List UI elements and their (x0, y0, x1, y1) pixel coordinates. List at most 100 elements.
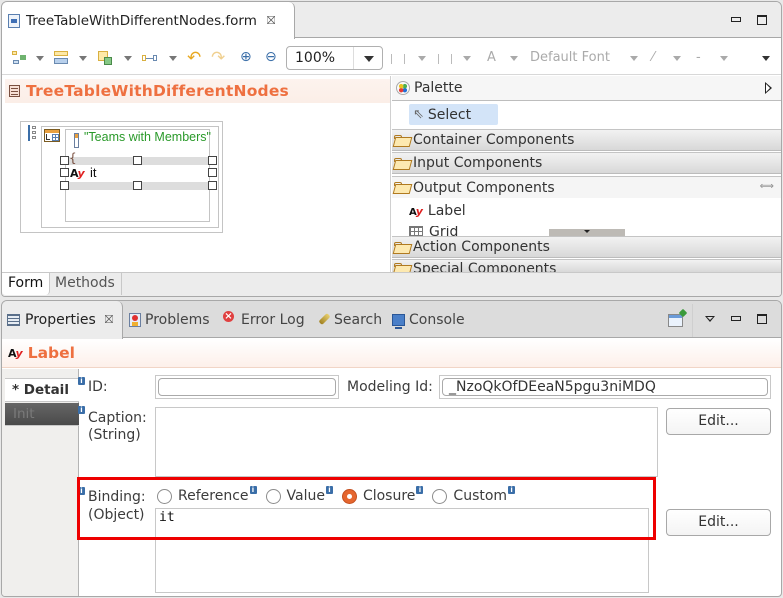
drawer-output-components[interactable]: Output Components ⟺ (392, 176, 781, 198)
label-widget-icon: Ay (70, 167, 85, 180)
toolbar-overflow-icon[interactable] (762, 56, 770, 61)
editor-page-tabs: Form Methods (2, 272, 781, 296)
select-tool-label: Select (427, 106, 472, 123)
tab-console[interactable]: Console (392, 312, 465, 329)
info-icon[interactable]: i (78, 406, 85, 414)
form-canvas[interactable]: TreeTableWithDifferentNodes "Teams with … (2, 76, 391, 272)
view-menu-icon[interactable] (705, 316, 715, 322)
tab-error-log[interactable]: Error Log (223, 311, 305, 328)
resize-handle-n[interactable] (133, 156, 142, 165)
column-icon (74, 133, 79, 148)
pin-view-icon[interactable] (668, 314, 683, 327)
drawer-special-components[interactable]: Special Components (392, 259, 781, 272)
palette-item-text: Grid (429, 226, 459, 236)
folder-icon (394, 263, 410, 272)
resize-handle-nw[interactable] (60, 156, 69, 165)
font-color-icon: A (487, 50, 496, 65)
palette-item-text: Label (427, 203, 466, 219)
tab-label: Search (334, 312, 383, 328)
resize-handle-w[interactable] (60, 168, 69, 177)
close-tab-icon[interactable]: ⛝ (267, 14, 275, 28)
tab-label: Problems (145, 312, 210, 328)
drawer-input-components[interactable]: Input Components (392, 152, 781, 174)
pin-drawer-icon[interactable]: ⟺ (760, 181, 774, 192)
caption-input[interactable] (155, 407, 658, 477)
minimize-icon[interactable] (731, 316, 741, 321)
folder-icon (394, 182, 410, 193)
selected-label-widget[interactable]: it (90, 165, 97, 180)
drawer-container-components[interactable]: Container Components (392, 129, 781, 151)
folder-icon (394, 134, 410, 146)
form-file-icon (8, 13, 20, 28)
arrange-icon[interactable] (98, 51, 114, 65)
tab-form[interactable]: Form (2, 273, 51, 295)
palette-panel: Palette ⇖ Select Container Components In… (392, 76, 781, 272)
resize-handle-s[interactable] (133, 181, 142, 190)
modeling-id-label: Modeling Id: (347, 379, 433, 395)
font-dropdown (630, 56, 638, 61)
zoom-dropdown-button[interactable] (353, 47, 383, 69)
palette-item-grid[interactable]: Grid (409, 226, 458, 236)
caption-label: Caption: (88, 410, 147, 426)
select-tool[interactable]: ⇖ Select (409, 104, 498, 125)
align-dropdown[interactable] (36, 56, 44, 61)
palette-title: Palette (414, 80, 463, 96)
id-field-frame (155, 375, 339, 399)
tab-search[interactable]: Search (316, 312, 382, 328)
zoom-out-icon[interactable]: ⊖ (265, 49, 281, 65)
resize-handle-se[interactable] (208, 181, 217, 190)
resize-handle-e[interactable] (208, 168, 217, 177)
drawer-label: Input Components (413, 155, 543, 171)
binding-edit-button[interactable]: Edit... (666, 509, 771, 536)
line-width-dropdown (720, 56, 728, 61)
redo-icon: ↷ (211, 48, 226, 68)
editor-tab[interactable]: TreeTableWithDifferentNodes.form ⛝ (2, 2, 295, 39)
folder-icon (394, 241, 410, 253)
palette-item-label[interactable]: Ay Label (409, 203, 466, 219)
node-brace: { (69, 151, 77, 165)
editor-toolbar: ↶ ↷ ⊕ ⊖ 100% A Default Font ⁄ - (2, 39, 781, 75)
form-editor-panel: TreeTableWithDifferentNodes.form ⛝ ↶ ↷ ⊕… (1, 1, 782, 297)
match-size-icon[interactable] (54, 51, 70, 65)
close-tab-icon[interactable]: ⛝ (105, 313, 113, 327)
label-icon: Ay (8, 346, 23, 360)
zoom-in-icon[interactable]: ⊕ (240, 49, 256, 65)
tab-problems[interactable]: Problems (129, 312, 210, 328)
error-log-icon (223, 311, 238, 328)
distribute-dropdown[interactable] (169, 56, 177, 61)
resize-handle-sw[interactable] (60, 181, 69, 190)
align-icon[interactable] (12, 51, 28, 65)
id-label: ID: (88, 379, 108, 395)
caption-edit-button[interactable]: Edit... (666, 408, 771, 435)
pointer-icon: ⇖ (413, 107, 424, 122)
minimize-icon[interactable] (731, 17, 741, 22)
palette-icon (396, 81, 410, 95)
match-size-dropdown[interactable] (79, 56, 87, 61)
info-icon[interactable]: i (78, 377, 85, 385)
tab-init[interactable]: Init (5, 403, 79, 426)
editor-tab-title: TreeTableWithDifferentNodes.form (26, 12, 257, 29)
tab-label: Properties (25, 312, 96, 328)
tab-detail[interactable]: * Detail (5, 378, 79, 402)
palette-collapse-icon[interactable] (765, 82, 772, 94)
zoom-level-combo[interactable]: 100% (286, 46, 383, 70)
caption-type: (String) (88, 427, 141, 443)
maximize-icon[interactable] (757, 15, 767, 25)
line-color-dropdown (463, 56, 471, 61)
line-style-dropdown (673, 56, 681, 61)
modeling-id-input[interactable]: _NzoQkOfDEeaN5pgu3niMDQ (442, 378, 768, 396)
maximize-icon[interactable] (757, 314, 767, 324)
form-title: TreeTableWithDifferentNodes (26, 82, 289, 100)
id-input[interactable] (158, 378, 336, 396)
modeling-id-field-frame: _NzoQkOfDEeaN5pgu3niMDQ (439, 375, 771, 399)
resize-handle-ne[interactable] (208, 156, 217, 165)
tab-methods[interactable]: Methods (49, 273, 122, 295)
drawer-action-components[interactable]: Action Components (392, 236, 781, 258)
distribute-icon[interactable] (142, 51, 158, 65)
undo-icon[interactable]: ↶ (187, 48, 203, 68)
line-style-icon: ⁄ (652, 50, 655, 65)
palette-scroll-down[interactable] (549, 229, 625, 236)
tab-properties[interactable]: Properties ⛝ (2, 301, 123, 339)
properties-icon (7, 314, 20, 326)
arrange-dropdown[interactable] (124, 56, 132, 61)
